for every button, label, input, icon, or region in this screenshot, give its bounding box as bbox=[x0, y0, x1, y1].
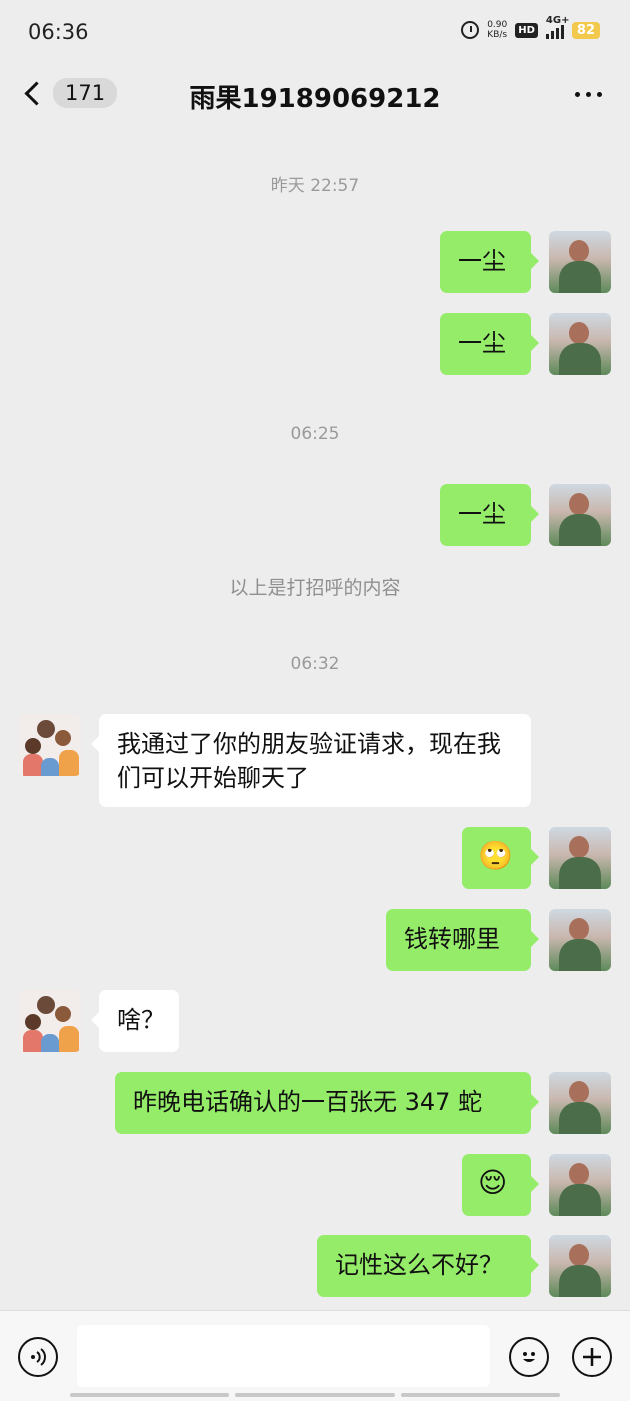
message-bubble-outgoing[interactable]: 记性这么不好？ bbox=[317, 1235, 539, 1297]
voice-button[interactable] bbox=[18, 1337, 58, 1377]
plus-button[interactable] bbox=[572, 1337, 612, 1377]
home-indicator bbox=[70, 1393, 560, 1397]
my-avatar[interactable] bbox=[549, 1235, 611, 1297]
voice-icon bbox=[31, 1348, 46, 1366]
status-icons: 0.90 KB/s HD 4G+ 82 bbox=[461, 15, 600, 40]
timestamp: 06:25 bbox=[290, 424, 340, 444]
input-bar bbox=[0, 1310, 630, 1401]
system-notice: 以上是打招呼的内容 bbox=[229, 577, 401, 599]
message-input[interactable] bbox=[77, 1325, 490, 1387]
plus-icon bbox=[583, 1348, 601, 1366]
contact-avatar[interactable] bbox=[19, 714, 81, 776]
contact-avatar[interactable] bbox=[19, 990, 81, 1052]
hd-icon: HD bbox=[515, 22, 538, 38]
alarm-icon bbox=[461, 21, 480, 39]
signal-icon: 4G+ bbox=[545, 15, 569, 39]
network-speed-value: 0.90 bbox=[487, 20, 508, 30]
status-bar: 06:36 0.90 KB/s HD 4G+ 82 bbox=[0, 0, 630, 64]
my-avatar[interactable] bbox=[549, 1154, 611, 1216]
message-bubble-incoming[interactable]: 啥？ bbox=[91, 990, 179, 1052]
message-bubble-outgoing[interactable]: 钱转哪里 bbox=[386, 909, 539, 971]
my-avatar[interactable] bbox=[549, 827, 611, 889]
my-avatar[interactable] bbox=[549, 231, 611, 293]
my-avatar[interactable] bbox=[549, 1072, 611, 1134]
message-bubble-incoming[interactable]: 我通过了你的朋友验证请求，现在我们可以开始聊天了 bbox=[91, 714, 531, 807]
message-bubble-outgoing[interactable]: 一尘 bbox=[440, 231, 539, 293]
message-bubble-outgoing[interactable]: 一尘 bbox=[440, 484, 539, 546]
my-avatar[interactable] bbox=[549, 484, 611, 546]
timestamp: 昨天 22:57 bbox=[270, 176, 360, 196]
chat-title: 雨果19189069212 bbox=[189, 84, 441, 114]
chat-header: 171 雨果19189069212 bbox=[0, 64, 630, 130]
message-bubble-outgoing[interactable]: 😌 bbox=[462, 1154, 539, 1216]
my-avatar[interactable] bbox=[549, 909, 611, 971]
timestamp: 06:32 bbox=[290, 654, 340, 674]
more-dots-icon bbox=[575, 92, 580, 97]
message-bubble-outgoing[interactable]: 🙄 bbox=[462, 827, 539, 889]
emoji-icon bbox=[523, 1352, 535, 1362]
more-button[interactable] bbox=[575, 92, 602, 97]
status-time: 06:36 bbox=[28, 20, 89, 44]
emoji-button[interactable] bbox=[509, 1337, 549, 1377]
message-bubble-outgoing[interactable]: 一尘 bbox=[440, 313, 539, 375]
my-avatar[interactable] bbox=[549, 313, 611, 375]
message-bubble-outgoing[interactable]: 昨晚电话确认的一百张无 347 蛇 bbox=[115, 1072, 539, 1134]
network-speed: 0.90 KB/s bbox=[487, 20, 507, 40]
network-speed-unit: KB/s bbox=[487, 30, 508, 40]
battery-indicator: 82 bbox=[571, 21, 600, 39]
network-type-label: 4G+ bbox=[545, 15, 570, 26]
